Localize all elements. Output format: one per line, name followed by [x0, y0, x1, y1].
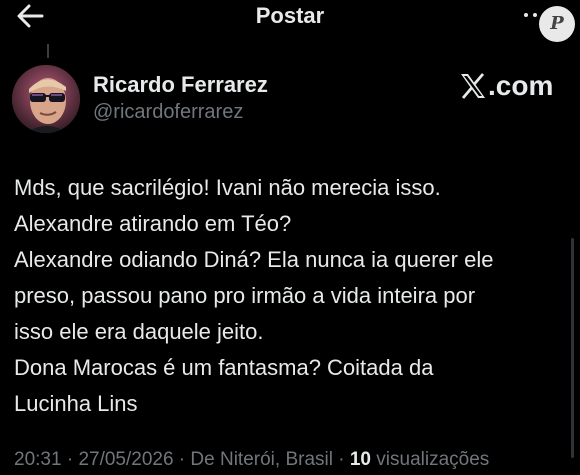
thread-connector	[47, 44, 49, 58]
separator: ·	[173, 449, 191, 470]
post-line: isso ele era daquele jeito.	[14, 319, 264, 344]
post-line: Alexandre atirando em Téo?	[14, 211, 292, 236]
post-line: Mds, que sacrilégio! Ivani não merecia i…	[14, 175, 441, 200]
avatar[interactable]	[12, 65, 80, 133]
post-time[interactable]: 20:31	[14, 449, 62, 470]
post-line: Dona Marocas é um fantasma? Coitada da	[14, 355, 434, 380]
post-text: Mds, que sacrilégio! Ivani não merecia i…	[14, 170, 566, 422]
separator: ·	[61, 449, 79, 470]
post-metadata: 20:31 · 27/05/2026 · De Niterói, Brasil …	[14, 449, 489, 471]
author-name[interactable]: Ricardo Ferrarez	[93, 72, 268, 98]
views-label: visualizações	[371, 449, 490, 470]
scrollbar[interactable]	[571, 238, 574, 458]
brand-suffix: .com	[488, 70, 554, 101]
page-title: Postar	[255, 3, 325, 28]
separator: ·	[332, 449, 350, 470]
more-dots-icon	[524, 13, 528, 17]
author-handle[interactable]: @ricardoferrarez	[93, 101, 243, 124]
post-date[interactable]: 27/05/2026	[78, 449, 173, 470]
post-line: Lucinha Lins	[14, 391, 138, 416]
views-count[interactable]: 10	[350, 449, 371, 470]
x-com-logo: .com	[459, 70, 553, 102]
x-logo-icon	[461, 73, 485, 99]
post-line: preso, passou pano pro irmão a vida inte…	[14, 283, 476, 308]
post-location: De Niterói, Brasil	[190, 449, 333, 470]
top-bar: Postar P	[0, 0, 580, 42]
post-line: Alexandre odiando Diná? Ela nunca ia que…	[14, 247, 494, 272]
p-badge-icon: P	[539, 6, 575, 42]
avatar-photo	[12, 65, 80, 133]
